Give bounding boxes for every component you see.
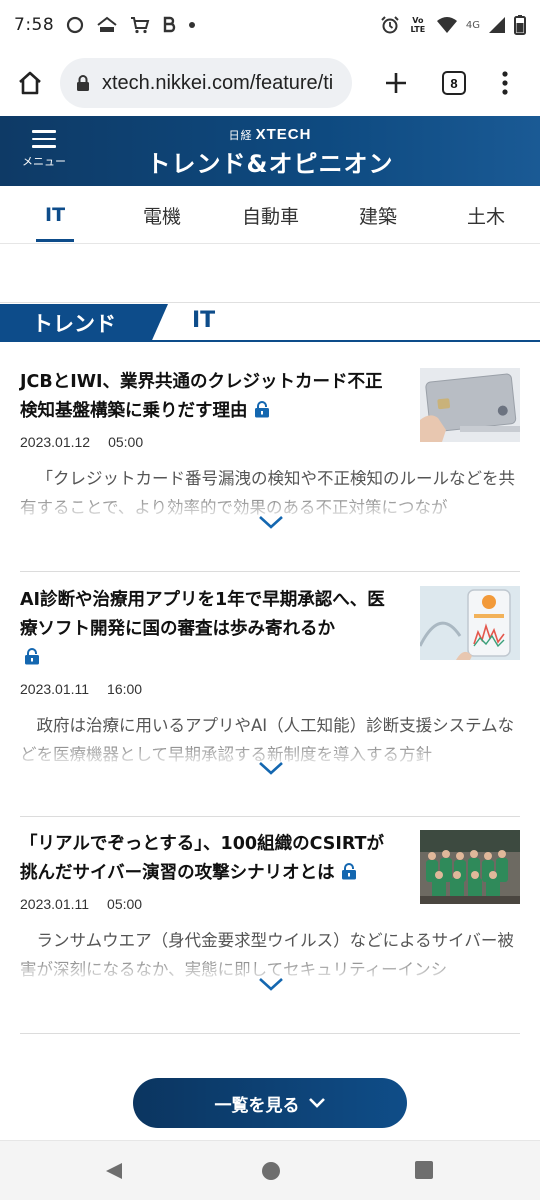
lock-icon [254, 401, 269, 418]
article-divider [20, 1033, 520, 1034]
lock-icon [25, 648, 39, 665]
article-date-time: 05:00 [107, 896, 143, 912]
url-bar[interactable]: xtech.nikkei.com/feature/ti [60, 58, 352, 108]
article-thumbnail[interactable] [420, 830, 520, 904]
article-date-time: 05:00 [108, 434, 144, 450]
article-divider [20, 571, 520, 572]
article-date-day: 2023.01.12 [20, 434, 91, 450]
home-button[interactable] [12, 65, 48, 101]
wifi-icon [436, 16, 458, 34]
back-triangle-icon [106, 1163, 122, 1179]
article-date: 2023.01.11 16:00 [20, 681, 520, 697]
logo-brand: 日経 XTECH [0, 126, 540, 143]
tab-denki[interactable]: 電機 [143, 186, 181, 244]
article-title-text: AI診断や治療用アプリを1年で早期承認へ、医療ソフト開発に国の審査は歩み寄れるか [20, 590, 385, 639]
article-title[interactable]: AI診断や治療用アプリを1年で早期承認へ、医療ソフト開発に国の審査は歩み寄れるか [20, 586, 400, 673]
active-tab-indicator [36, 239, 74, 242]
category-tabs: IT 電機 自動車 建築 土木 [0, 186, 540, 244]
view-all-label: 一覧を見る [214, 1095, 300, 1116]
system-nav-bar [0, 1140, 540, 1200]
kura-app-icon [96, 16, 118, 34]
article-title[interactable]: JCBとIWI、業界共通のクレジットカード不正検知基盤構築に乗りだす理由 [20, 368, 400, 426]
tab-count: 8 [442, 71, 466, 95]
circle-app-icon [66, 16, 84, 34]
chevron-down-icon [259, 516, 283, 529]
article-divider [20, 816, 520, 817]
volte-icon: Vo LTE [410, 16, 426, 34]
article-date-time: 16:00 [107, 681, 143, 697]
logo-xtech: XTECH [255, 126, 312, 143]
tab-kenchiku[interactable]: 建築 [359, 186, 397, 244]
alarm-icon [380, 15, 400, 35]
url-text: xtech.nikkei.com/feature/ti [102, 71, 334, 94]
section-badge: トレンド [0, 304, 168, 342]
article-item[interactable]: AI診断や治療用アプリを1年で早期承認へ、医療ソフト開発に国の審査は歩み寄れるか… [20, 586, 520, 775]
home-circle-icon [262, 1162, 280, 1180]
site-header: メニュー 日経 XTECH トレンド&オピニオン [0, 116, 540, 186]
article-item[interactable]: 「リアルでぞっとする」、100組織のCSIRTが挑んだサイバー演習の攻撃シナリオ… [20, 830, 520, 991]
section-label: IT [192, 308, 216, 333]
status-bar: 7:58 Vo LTE 4G [0, 0, 540, 50]
article-title-text: 「リアルでぞっとする」、100組織のCSIRTが挑んだサイバー演習の攻撃シナリオ… [20, 834, 384, 883]
article-date-day: 2023.01.11 [20, 681, 90, 697]
article-title[interactable]: 「リアルでぞっとする」、100組織のCSIRTが挑んだサイバー演習の攻撃シナリオ… [20, 830, 400, 888]
cart-icon [130, 16, 150, 34]
new-tab-button[interactable] [382, 69, 410, 97]
home-icon [19, 71, 41, 95]
site-title: トレンド&オピニオン [146, 150, 394, 178]
plus-icon [386, 73, 406, 93]
back-button[interactable] [104, 1161, 124, 1181]
divider [0, 302, 540, 303]
logo-small: 日経 [228, 130, 253, 142]
browser-menu-button[interactable] [496, 69, 514, 97]
chevron-down-icon [259, 762, 283, 775]
b-app-icon [162, 16, 176, 34]
section-underline [0, 340, 540, 342]
tab-it[interactable]: IT [45, 186, 65, 244]
article-title-text: JCBとIWI、業界共通のクレジットカード不正検知基盤構築に乗りだす理由 [20, 372, 383, 421]
view-all-button[interactable]: 一覧を見る [133, 1078, 407, 1128]
lock-icon [77, 75, 89, 91]
article-thumbnail[interactable] [420, 586, 520, 660]
article-thumbnail[interactable] [420, 368, 520, 442]
more-vert-icon [502, 71, 508, 95]
chevron-down-icon [259, 978, 283, 991]
battery-icon [514, 15, 526, 35]
recents-button[interactable] [415, 1161, 433, 1179]
tab-jidosha[interactable]: 自動車 [242, 186, 299, 244]
tab-doboku[interactable]: 土木 [467, 186, 505, 244]
chevron-down-icon [308, 1098, 325, 1108]
signal-icon [488, 16, 506, 34]
expand-button[interactable] [258, 514, 284, 530]
section-heading: トレンド IT [0, 304, 540, 342]
status-time: 7:58 [14, 15, 55, 35]
lock-icon [341, 863, 356, 880]
expand-button[interactable] [258, 760, 284, 776]
article-date-day: 2023.01.11 [20, 896, 90, 912]
recents-square-icon [415, 1161, 433, 1179]
dot-icon [188, 21, 196, 29]
browser-toolbar: xtech.nikkei.com/feature/ti 8 [0, 50, 540, 116]
expand-button[interactable] [258, 976, 284, 992]
site-logo[interactable]: 日経 XTECH トレンド&オピニオン [0, 126, 540, 179]
home-nav-button[interactable] [261, 1161, 281, 1181]
tab-switcher-button[interactable]: 8 [442, 71, 466, 95]
network-type: 4G [465, 19, 480, 31]
article-item[interactable]: JCBとIWI、業界共通のクレジットカード不正検知基盤構築に乗りだす理由 202… [20, 368, 520, 529]
